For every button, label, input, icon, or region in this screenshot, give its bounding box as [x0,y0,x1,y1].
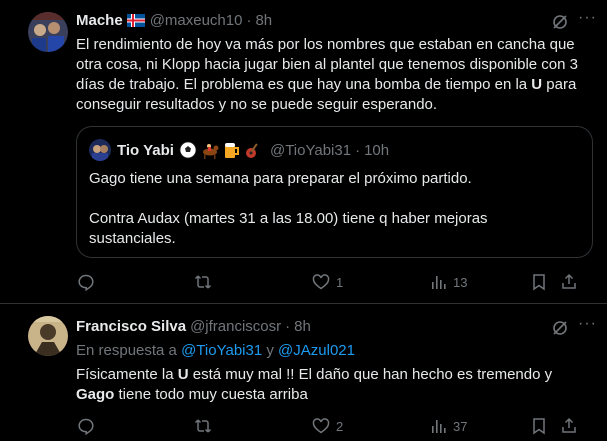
quoted-text: Gago tiene una semana para preparar el p… [89,170,488,247]
like-count: 2 [336,418,344,434]
separator-dot: · [355,141,361,159]
tweet-header: Mache @maxeuch10 · 8h [76,12,272,29]
quoted-avatar [89,139,111,161]
bookmark-icon [533,274,545,291]
avatar[interactable] [28,12,68,52]
quoted-timestamp: 10h [364,141,390,159]
views-count: 37 [453,418,468,434]
views-icon [432,276,446,289]
views-button[interactable]: 13 [429,273,467,291]
bookmark-button[interactable] [530,273,548,291]
quoted-handle: @TioYabi31 [269,141,352,159]
retweet-button[interactable] [194,417,218,435]
separator-dot: · [285,318,291,335]
heart-icon [312,274,330,290]
views-button[interactable]: 37 [429,417,467,435]
soccer-ball-icon [179,141,197,159]
grok-icon[interactable] [551,319,569,337]
retweet-button[interactable] [194,273,218,291]
more-options-icon[interactable]: ··· [578,9,597,27]
reply-icon [78,418,94,435]
display-name[interactable]: Francisco Silva [76,318,186,335]
tweet-francisco[interactable]: Francisco Silva @jfranciscosr · 8h ··· E… [0,304,607,441]
reply-user-link[interactable]: @TioYabi31 [181,342,262,359]
like-count: 1 [336,274,344,290]
share-button[interactable] [560,417,578,435]
like-button[interactable]: 1 [312,273,343,291]
reply-icon [78,274,94,291]
quoted-tweet[interactable]: Tio Yabi @TioYabi31 · 10h Gago tiene una… [76,126,593,258]
tweet-text: El rendimiento de hoy va más por los nom… [76,36,579,113]
horse-racing-icon [202,144,219,159]
reply-button[interactable] [77,417,101,435]
reply-context: En respuesta a @TioYabi31 y @JAzul021 [76,342,355,359]
quoted-header: Tio Yabi @TioYabi31 · 10h [117,140,389,160]
share-icon [562,273,576,289]
iceland-flag-icon [126,14,145,27]
views-count: 13 [453,274,468,290]
bookmark-button[interactable] [530,417,548,435]
avatar[interactable] [28,316,68,356]
like-button[interactable]: 2 [312,417,343,435]
tweet-header: Francisco Silva @jfranciscosr · 8h [76,318,311,335]
handle[interactable]: @maxeuch10 [150,12,243,29]
tweet-text: Físicamente la U está muy mal !! El daño… [76,366,553,403]
views-icon [432,420,446,433]
retweet-icon [194,275,212,289]
bookmark-icon [533,418,545,435]
grok-icon[interactable] [551,13,569,31]
reply-user-link[interactable]: @JAzul021 [278,342,355,359]
share-icon [562,417,576,433]
share-button[interactable] [560,273,578,291]
tweet-mache[interactable]: Mache @maxeuch10 · 8h ··· El rendimiento… [0,0,607,303]
timestamp[interactable]: 8h [255,12,272,29]
guitar-icon [245,143,258,158]
quoted-display-name: Tio Yabi [117,141,174,159]
timestamp[interactable]: 8h [294,318,311,335]
handle[interactable]: @jfranciscosr [190,318,281,335]
more-options-icon[interactable]: ··· [578,315,597,333]
reply-button[interactable] [77,273,101,291]
heart-icon [312,418,330,434]
separator-dot: · [246,12,252,29]
beer-icon [224,143,239,158]
retweet-icon [194,419,212,433]
display-name[interactable]: Mache [76,12,123,29]
